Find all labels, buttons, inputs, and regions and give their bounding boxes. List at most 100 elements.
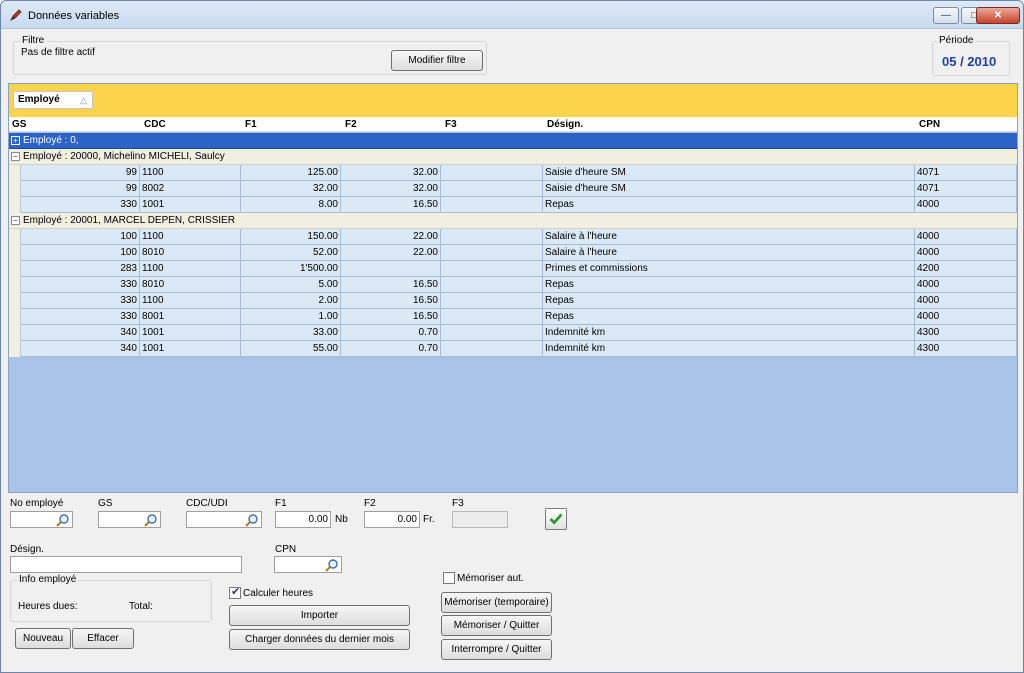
cell-gs[interactable]: 330 [21,293,140,309]
cell-cdc[interactable]: 1001 [140,341,241,357]
cell-cdc[interactable]: 1100 [140,229,241,245]
table-row[interactable]: 100 8010 52.00 22.00 Salaire à l'heure 4000 [9,245,1017,261]
cell-cdc[interactable]: 1001 [140,197,241,213]
cell-f2[interactable]: 22.00 [341,245,441,261]
table-row[interactable]: 340 1001 55.00 0.70 Indemnité km 4300 [9,341,1017,357]
cell-f1[interactable]: 125.00 [241,165,341,181]
cell-f1[interactable]: 1.00 [241,309,341,325]
cell-cpn[interactable]: 4071 [915,181,1017,197]
cell-f3[interactable] [441,261,543,277]
memoriser-temporaire-button[interactable]: Mémoriser (temporaire) [441,592,552,613]
column-header-design[interactable]: Désign. [547,117,583,132]
cell-cpn[interactable]: 4000 [915,245,1017,261]
cell-f3[interactable] [441,309,543,325]
cell-gs[interactable]: 99 [21,165,140,181]
cell-cdc[interactable]: 1100 [140,165,241,181]
cell-f1[interactable]: 150.00 [241,229,341,245]
table-row[interactable]: 99 8002 32.00 32.00 Saisie d'heure SM 4071 [9,181,1017,197]
cell-cdc[interactable]: 1100 [140,261,241,277]
cell-cpn[interactable]: 4000 [915,293,1017,309]
column-header-f3[interactable]: F3 [445,117,457,132]
cell-f3[interactable] [441,181,543,197]
calculer-heures-checkbox[interactable]: ✔ [229,586,241,599]
cell-f2[interactable]: 0.70 [341,341,441,357]
column-header-f2[interactable]: F2 [345,117,357,132]
importer-button[interactable]: Importer [229,605,410,626]
table-row[interactable]: 283 1100 1'500.00 Primes et commissions 4200 [9,261,1017,277]
validate-button[interactable] [545,508,567,530]
minimize-button[interactable]: — [933,7,959,24]
cell-f1[interactable]: 32.00 [241,181,341,197]
table-row[interactable]: 99 1100 125.00 32.00 Saisie d'heure SM 4071 [9,165,1017,181]
no-employe-input[interactable] [10,511,73,528]
cell-f3[interactable] [441,197,543,213]
group-row[interactable]: − Employé : 20001, MARCEL DEPEN, CRISSIER [9,213,1017,229]
cell-cdc[interactable]: 1100 [140,293,241,309]
collapse-icon[interactable]: − [11,216,20,225]
table-row[interactable]: 330 1001 8.00 16.50 Repas 4000 [9,197,1017,213]
cell-design[interactable]: Indemnité km [543,325,915,341]
cell-cdc[interactable]: 8010 [140,277,241,293]
cell-cdc[interactable]: 8010 [140,245,241,261]
cell-gs[interactable]: 340 [21,341,140,357]
cell-design[interactable]: Repas [543,277,915,293]
charger-dernier-mois-button[interactable]: Charger données du dernier mois [229,629,410,650]
cell-design[interactable]: Salaire à l'heure [543,229,915,245]
data-grid[interactable]: Employé △ GS CDC F1 F2 F3 Désign. CPN + E… [8,83,1018,493]
table-row[interactable]: 330 8001 1.00 16.50 Repas 4000 [9,309,1017,325]
column-header-f1[interactable]: F1 [245,117,257,132]
cell-gs[interactable]: 99 [21,181,140,197]
cdc-udi-input[interactable] [186,511,262,528]
effacer-button[interactable]: Effacer [72,628,134,649]
nouveau-button[interactable]: Nouveau [15,628,71,649]
cell-f3[interactable] [441,293,543,309]
magnifier-icon[interactable] [245,513,259,527]
collapse-icon[interactable]: − [11,152,20,161]
cell-design[interactable]: Indemnité km [543,341,915,357]
cell-design[interactable]: Saisie d'heure SM [543,181,915,197]
magnifier-icon[interactable] [56,513,70,527]
cell-design[interactable]: Primes et commissions [543,261,915,277]
cell-design[interactable]: Repas [543,197,915,213]
cell-f1[interactable]: 55.00 [241,341,341,357]
group-row[interactable]: + Employé : 0, [9,133,1017,149]
cell-f3[interactable] [441,245,543,261]
cell-gs[interactable]: 340 [21,325,140,341]
cell-design[interactable]: Salaire à l'heure [543,245,915,261]
f1-input[interactable]: 0.00 [275,511,331,528]
gs-input[interactable] [98,511,161,528]
cell-gs[interactable]: 283 [21,261,140,277]
cell-f1[interactable]: 1'500.00 [241,261,341,277]
cell-cpn[interactable]: 4000 [915,309,1017,325]
cell-cpn[interactable]: 4071 [915,165,1017,181]
group-by-employe-chip[interactable]: Employé △ [13,91,93,109]
cell-cpn[interactable]: 4000 [915,197,1017,213]
cell-f2[interactable]: 22.00 [341,229,441,245]
cell-cdc[interactable]: 8001 [140,309,241,325]
table-row[interactable]: 100 1100 150.00 22.00 Salaire à l'heure 4000 [9,229,1017,245]
magnifier-icon[interactable] [325,558,339,572]
magnifier-icon[interactable] [144,513,158,527]
cell-f1[interactable]: 8.00 [241,197,341,213]
cell-f3[interactable] [441,325,543,341]
memoriser-aut-checkbox[interactable] [443,572,455,584]
f2-input[interactable]: 0.00 [364,511,420,528]
column-header-gs[interactable]: GS [12,117,26,132]
cell-cpn[interactable]: 4000 [915,277,1017,293]
cell-gs[interactable]: 330 [21,197,140,213]
cell-design[interactable]: Repas [543,309,915,325]
table-row[interactable]: 330 8010 5.00 16.50 Repas 4000 [9,277,1017,293]
cell-f3[interactable] [441,165,543,181]
cell-f1[interactable]: 52.00 [241,245,341,261]
cell-f1[interactable]: 33.00 [241,325,341,341]
table-row[interactable]: 330 1100 2.00 16.50 Repas 4000 [9,293,1017,309]
cpn-input[interactable] [274,556,342,573]
cell-f2[interactable] [341,261,441,277]
group-row[interactable]: − Employé : 20000, Michelino MICHELI, Sau… [9,149,1017,165]
cell-f1[interactable]: 5.00 [241,277,341,293]
cell-f3[interactable] [441,229,543,245]
column-header-cdc[interactable]: CDC [144,117,166,132]
cell-f2[interactable]: 32.00 [341,181,441,197]
memoriser-quitter-button[interactable]: Mémoriser / Quitter [441,615,552,636]
cell-design[interactable]: Repas [543,293,915,309]
